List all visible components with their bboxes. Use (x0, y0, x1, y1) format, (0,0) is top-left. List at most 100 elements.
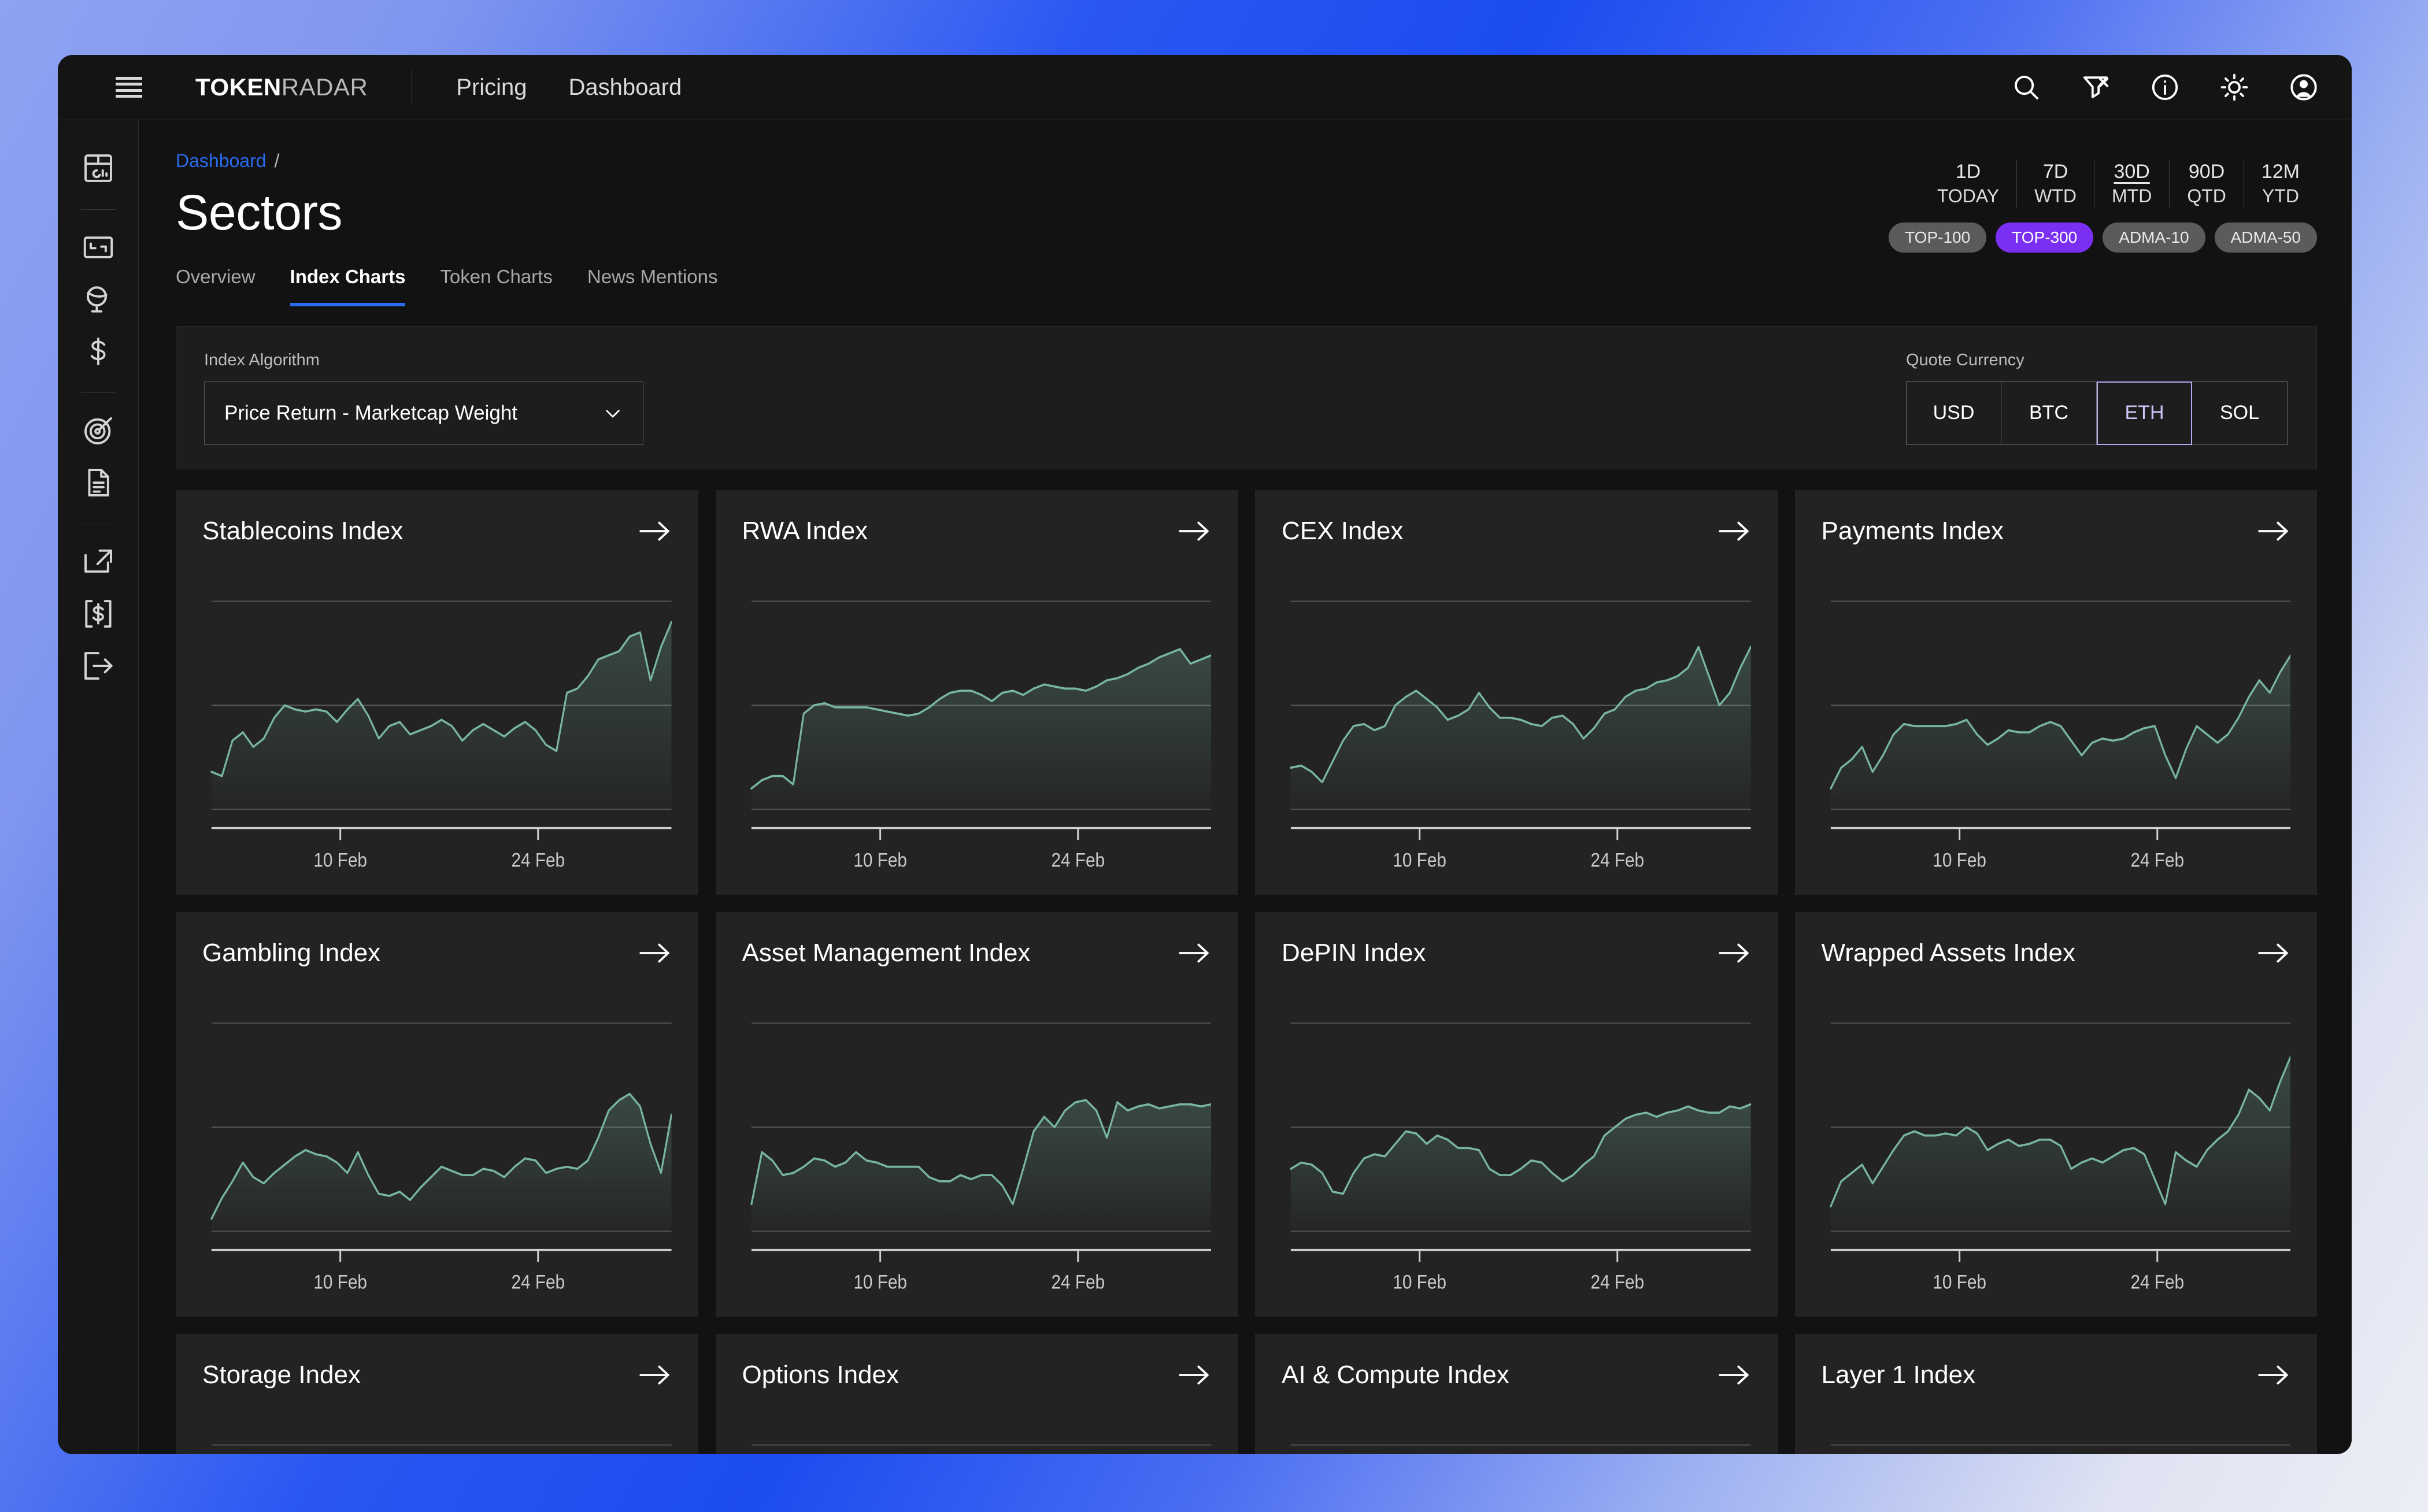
period-7d[interactable]: 7D WTD (2016, 160, 2094, 207)
index-card-cex-index[interactable]: CEX Index 10 Feb 24 Feb (1255, 490, 1778, 895)
period-12m[interactable]: 12M YTD (2243, 160, 2317, 207)
card-title: Storage Index (202, 1361, 361, 1389)
index-card-options-index[interactable]: Options Index 10 Feb24 Feb (715, 1334, 1238, 1454)
arrow-right-icon[interactable] (1178, 1361, 1211, 1389)
nav-pricing[interactable]: Pricing (456, 75, 527, 101)
account-icon[interactable] (2288, 72, 2319, 103)
tab-token-charts[interactable]: Token Charts (440, 266, 552, 306)
index-card-rwa-index[interactable]: RWA Index 10 Feb 24 Feb (715, 490, 1238, 895)
sidebar-item-dashboard[interactable] (80, 150, 116, 186)
nav-dashboard[interactable]: Dashboard (569, 75, 682, 101)
sidebar-item-reports[interactable] (80, 465, 116, 501)
card-title: AI & Compute Index (1282, 1361, 1509, 1389)
quote-currency-eth[interactable]: ETH (2097, 381, 2192, 445)
sparkline-chart: 10 Feb24 Feb (1282, 575, 1751, 895)
quote-currency-segmented: USD BTC ETH SOL (1906, 381, 2288, 445)
index-card-gambling-index[interactable]: Gambling Index 10 Feb 24 Feb (176, 912, 698, 1317)
sidebar-divider (80, 209, 116, 210)
period-90d[interactable]: 90D QTD (2169, 160, 2244, 207)
period-30d-top: 30D (2114, 161, 2150, 183)
card-header: Gambling Index (202, 939, 672, 968)
sidebar-item-global[interactable] (80, 281, 116, 317)
arrow-right-icon[interactable] (638, 939, 672, 967)
index-card-storage-index[interactable]: Storage Index 10 Feb24 Feb (176, 1334, 698, 1454)
arrow-right-icon[interactable] (1178, 517, 1211, 545)
sparkline-chart: 10 Feb24 Feb (1282, 996, 1751, 1317)
index-card-asset-management-index[interactable]: Asset Management Index 10 Feb 24 Feb (715, 912, 1238, 1317)
tab-news-mentions[interactable]: News Mentions (587, 266, 718, 306)
x-axis-label: 24 Feb (1590, 1270, 1644, 1293)
x-axis-label: 10 Feb (853, 1270, 907, 1293)
sidebar-item-pricing[interactable] (80, 333, 116, 369)
chip-top-300[interactable]: TOP-300 (1996, 222, 2094, 253)
breadcrumb-root[interactable]: Dashboard (176, 150, 267, 171)
tab-index-charts[interactable]: Index Charts (290, 266, 406, 306)
period-1d[interactable]: 1D TODAY (1920, 160, 2016, 207)
arrow-right-icon[interactable] (1718, 517, 1751, 545)
card-header: Options Index (742, 1361, 1212, 1389)
arrow-right-icon[interactable] (2257, 939, 2290, 967)
arrow-right-icon[interactable] (638, 1361, 672, 1389)
external-link-icon (84, 549, 112, 573)
brightness-icon[interactable] (2219, 72, 2250, 103)
quote-currency-usd[interactable]: USD (1906, 381, 2001, 445)
index-card-wrapped-assets-index[interactable]: Wrapped Assets Index 10 Feb 24 Feb (1794, 912, 2317, 1317)
x-axis-label: 24 Feb (1051, 1270, 1105, 1293)
period-30d[interactable]: 30D MTD (2094, 160, 2169, 207)
chip-top-100[interactable]: TOP-100 (1889, 222, 1987, 253)
card-header: DePIN Index (1282, 939, 1751, 968)
index-card-layer-1-index[interactable]: Layer 1 Index 10 Feb24 Feb (1794, 1334, 2317, 1454)
card-title: Options Index (742, 1361, 900, 1389)
sidebar-item-expand[interactable] (80, 229, 116, 265)
card-header: Wrapped Assets Index (1822, 939, 2291, 968)
filter-off-icon[interactable] (2080, 72, 2111, 103)
card-header: RWA Index (742, 517, 1212, 546)
page-header-right: 1D TODAY 7D WTD 30D MTD 90D QTD 12M YTD … (1889, 150, 2317, 253)
card-title: Payments Index (1821, 517, 2004, 545)
period-90d-bottom: QTD (2187, 185, 2226, 206)
arrow-right-icon[interactable] (2257, 1361, 2290, 1389)
sparkline-chart: 10 Feb 24 Feb (742, 996, 1211, 1317)
period-12m-bottom: YTD (2262, 185, 2299, 206)
tab-overview[interactable]: Overview (176, 266, 256, 306)
x-axis-label: 10 Feb (1393, 848, 1446, 871)
x-axis-label: 24 Feb (511, 848, 565, 871)
index-card-stablecoins-index[interactable]: Stablecoins Index 10 Feb 24 Feb (176, 490, 698, 895)
period-selector: 1D TODAY 7D WTD 30D MTD 90D QTD 12M YTD (1889, 160, 2317, 207)
quote-currency-btc[interactable]: BTC (2001, 381, 2097, 445)
sparkline-chart: 10 Feb24 Feb (1822, 996, 2290, 1317)
index-card-grid: Stablecoins Index 10 Feb 24 Feb RWA Index 10… (176, 490, 2317, 1454)
period-1d-bottom: TODAY (1937, 185, 2000, 206)
chip-adma-50[interactable]: ADMA-50 (2214, 222, 2317, 253)
card-title: Wrapped Assets Index (1821, 939, 2075, 967)
card-title: Stablecoins Index (202, 517, 404, 545)
arrow-right-icon[interactable] (2257, 517, 2290, 545)
search-icon[interactable] (2011, 72, 2042, 103)
index-card-ai-compute-index[interactable]: AI & Compute Index 10 Feb24 Feb (1255, 1334, 1778, 1454)
brand-logo[interactable]: TOKENRADAR (195, 73, 368, 101)
sidebar-item-target[interactable] (80, 413, 116, 449)
breadcrumb-separator: / (274, 150, 280, 171)
sidebar-item-swap[interactable] (80, 596, 116, 632)
arrow-right-icon[interactable] (1178, 939, 1211, 967)
sidebar-item-share[interactable] (80, 544, 116, 580)
arrow-right-icon[interactable] (1718, 939, 1751, 967)
arrow-right-icon[interactable] (638, 517, 672, 545)
chip-adma-10[interactable]: ADMA-10 (2103, 222, 2205, 253)
info-icon[interactable] (2149, 72, 2181, 103)
sidebar-item-logout[interactable] (80, 648, 116, 684)
index-algorithm-select[interactable]: Price Return - Marketcap Weight (204, 381, 643, 445)
quote-currency-sol[interactable]: SOL (2192, 381, 2288, 445)
menu-icon[interactable] (116, 77, 142, 98)
globe-icon (86, 286, 108, 313)
brand-bold: TOKEN (195, 73, 282, 101)
expand-icon (83, 236, 113, 258)
sparkline-chart: 10 Feb24 Feb (1282, 1418, 1751, 1454)
arrow-right-icon[interactable] (1718, 1361, 1751, 1389)
app-window: TOKENRADAR Pricing Dashboard Dashboard /… (58, 55, 2352, 1454)
index-card-depin-index[interactable]: DePIN Index 10 Feb 24 Feb (1255, 912, 1778, 1317)
index-card-payments-index[interactable]: Payments Index 10 Feb 24 Feb (1794, 490, 2317, 895)
top-nav: Pricing Dashboard (456, 75, 682, 101)
sparkline-area (1830, 1056, 2290, 1232)
card-header: Stablecoins Index (202, 517, 672, 546)
